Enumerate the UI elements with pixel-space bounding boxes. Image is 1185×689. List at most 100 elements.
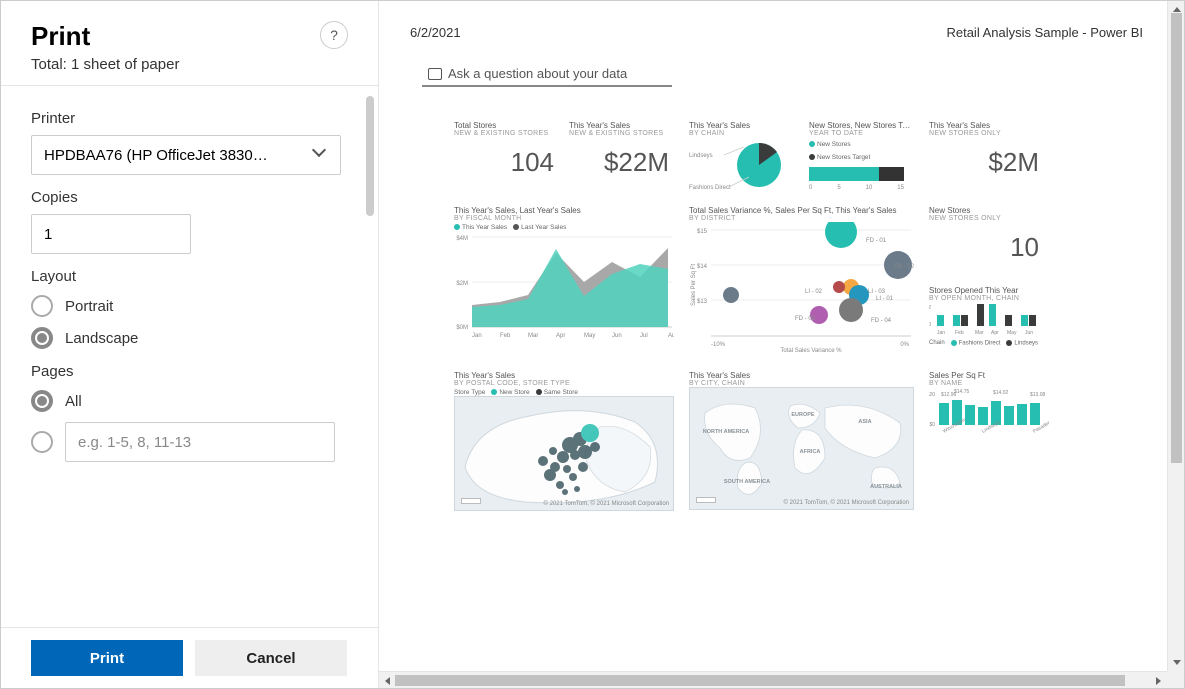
svg-text:FD - 01: FD - 01	[866, 238, 887, 244]
map-visual: NORTH AMERICA SOUTH AMERICA EUROPE AFRIC…	[689, 387, 914, 510]
scrollbar-thumb[interactable]	[1171, 13, 1182, 463]
tile-subtitle: YEAR TO DATE	[809, 130, 914, 137]
svg-text:$13: $13	[697, 299, 708, 305]
help-button[interactable]: ?	[320, 21, 348, 49]
bar-chart: 2 0	[929, 302, 1049, 340]
svg-text:LI - 03: LI - 03	[868, 289, 886, 295]
svg-text:Apr: Apr	[991, 330, 999, 336]
chevron-down-icon	[314, 148, 328, 162]
svg-text:Mar: Mar	[975, 330, 984, 336]
tile-title: This Year's Sales	[929, 121, 1039, 130]
bar-chart: $20 $0	[929, 387, 1049, 442]
pages-all-label: All	[65, 393, 82, 410]
pages-label: Pages	[31, 363, 348, 380]
map-credit: © 2021 TomTom, © 2021 Microsoft Corporat…	[784, 500, 909, 506]
tile-subtitle: BY OPEN MONTH, CHAIN	[929, 295, 1049, 302]
layout-portrait-option[interactable]: Portrait	[31, 295, 348, 317]
printer-label: Printer	[31, 110, 348, 127]
svg-text:Jun: Jun	[612, 333, 622, 339]
pages-custom-option[interactable]: e.g. 1-5, 8, 11-13	[31, 422, 348, 462]
svg-text:NORTH AMERICA: NORTH AMERICA	[703, 429, 750, 435]
map-scale-icon	[696, 497, 716, 503]
radio-selected-icon	[31, 390, 53, 412]
svg-text:$0M: $0M	[456, 325, 468, 331]
tile-title: Stores Opened This Year	[929, 286, 1049, 295]
tile-title: Sales Per Sq Ft	[929, 371, 1049, 380]
scrollbar-thumb[interactable]	[395, 675, 1125, 686]
radio-selected-icon	[31, 327, 53, 349]
tile-subtitle: BY POSTAL CODE, STORE TYPE	[454, 380, 674, 387]
page-title: Print	[31, 21, 348, 52]
svg-text:$2M: $2M	[456, 281, 468, 287]
svg-text:Jul: Jul	[640, 333, 648, 339]
svg-text:$14.02: $14.02	[993, 390, 1009, 396]
svg-text:Lindseys: Lindseys	[689, 153, 713, 159]
stacked-bar	[809, 167, 904, 181]
pie-chart: Lindseys Fashions Direct	[689, 137, 794, 192]
tile-title: This Year's Sales	[689, 121, 794, 130]
svg-text:SOUTH AMERICA: SOUTH AMERICA	[724, 479, 770, 485]
svg-text:FD - 02: FD - 02	[894, 264, 914, 270]
svg-text:Jan: Jan	[472, 333, 482, 339]
area-chart: $4M $2M $0M JanFebMarApr MayJunJulAug	[454, 231, 674, 341]
svg-text:FD - 03: FD - 03	[795, 316, 816, 322]
scatter-chart: $15 $14 $13 Sales Per Sq Ft FD - 01 FD -…	[689, 222, 914, 352]
scroll-up-icon[interactable]	[1173, 5, 1181, 12]
printer-select[interactable]: HPDBAA76 (HP OfficeJet 3830…	[31, 135, 341, 175]
svg-text:FD - 04: FD - 04	[871, 318, 892, 324]
scroll-down-icon[interactable]	[1173, 660, 1181, 667]
print-button[interactable]: Print	[31, 640, 183, 676]
svg-text:Jan: Jan	[937, 330, 945, 336]
tile-title: Total Stores	[454, 121, 554, 130]
layout-landscape-option[interactable]: Landscape	[31, 327, 348, 349]
scroll-left-icon[interactable]	[383, 677, 390, 685]
preview-doc-title: Retail Analysis Sample - Power BI	[946, 25, 1143, 40]
tile-title: New Stores	[929, 206, 1039, 215]
svg-text:LI - 01: LI - 01	[876, 296, 894, 302]
tile-title: This Year's Sales	[569, 121, 669, 130]
page-subtitle: Total: 1 sheet of paper	[31, 56, 348, 73]
panel-scrollbar[interactable]	[366, 96, 374, 216]
tile-title: Total Sales Variance %, Sales Per Sq Ft,…	[689, 206, 914, 215]
radio-icon	[31, 295, 53, 317]
layout-landscape-label: Landscape	[65, 330, 138, 347]
svg-text:2: 2	[929, 305, 931, 311]
layout-portrait-label: Portrait	[65, 298, 113, 315]
tile-subtitle: BY DISTRICT	[689, 215, 914, 222]
svg-text:LI - 02: LI - 02	[805, 289, 823, 295]
svg-text:May: May	[584, 333, 595, 339]
svg-text:$14.75: $14.75	[954, 389, 970, 395]
scroll-corner	[1167, 671, 1184, 688]
map-credit: © 2021 TomTom, © 2021 Microsoft Corporat…	[544, 501, 669, 507]
tile-value: $22M	[569, 147, 669, 178]
svg-text:-10%: -10%	[711, 342, 726, 348]
tile-subtitle: NEW STORES ONLY	[929, 130, 1039, 137]
scroll-right-icon[interactable]	[1156, 677, 1163, 685]
print-preview[interactable]: 6/2/2021 Retail Analysis Sample - Power …	[379, 1, 1184, 688]
svg-text:Apr: Apr	[556, 333, 565, 339]
pages-range-input[interactable]: e.g. 1-5, 8, 11-13	[65, 422, 335, 462]
svg-text:AFRICA: AFRICA	[800, 449, 821, 455]
tile-value: 10	[929, 232, 1039, 263]
preview-date: 6/2/2021	[410, 25, 461, 40]
svg-text:$4M: $4M	[456, 236, 468, 242]
map-visual: © 2021 TomTom, © 2021 Microsoft Corporat…	[454, 396, 674, 511]
svg-text:Sales Per Sq Ft: Sales Per Sq Ft	[691, 264, 697, 306]
svg-text:$0: $0	[929, 422, 935, 428]
copies-input[interactable]	[31, 214, 191, 254]
pages-all-option[interactable]: All	[31, 390, 348, 412]
svg-text:ASIA: ASIA	[858, 419, 871, 425]
preview-vertical-scrollbar[interactable]	[1167, 1, 1184, 671]
svg-text:AUSTRALIA: AUSTRALIA	[870, 484, 902, 490]
tile-title: This Year's Sales	[689, 371, 914, 380]
svg-text:0%: 0%	[900, 342, 909, 348]
tile-value: $2M	[929, 147, 1039, 178]
tile-title: This Year's Sales	[454, 371, 674, 380]
qa-placeholder: Ask a question about your data	[448, 66, 627, 81]
tile-title: New Stores, New Stores Targ…	[809, 121, 914, 130]
cancel-button[interactable]: Cancel	[195, 640, 347, 676]
tile-subtitle: NEW STORES ONLY	[929, 215, 1039, 222]
svg-text:Aug: Aug	[668, 333, 674, 339]
preview-horizontal-scrollbar[interactable]	[379, 671, 1167, 688]
tile-subtitle: BY NAME	[929, 380, 1049, 387]
